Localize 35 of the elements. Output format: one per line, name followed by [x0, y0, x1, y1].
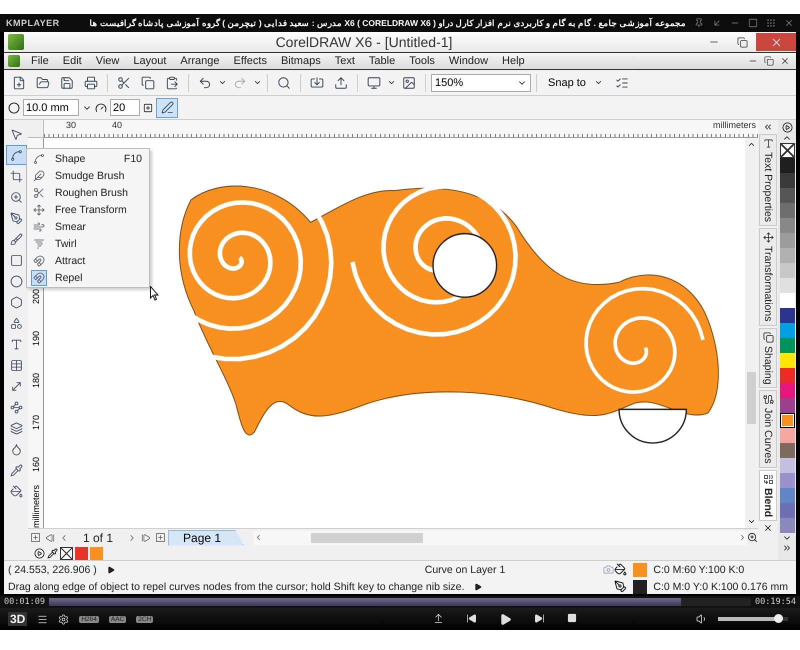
menu-item[interactable]: Window	[442, 53, 496, 69]
page-tab[interactable]: Page 1	[168, 530, 244, 546]
video-title: مجموعه آموزشی جامع . گام به گام و کاربردی نرم افزار کارل دراو X6 ( CORELDRAW X6 ) مدرس : سعید فدایی ( تیچرمن ) گروه آموزشی پادشاه گرافیست ها	[88, 18, 686, 28]
nib-size-field[interactable]: 10.0 mm	[23, 99, 79, 116]
menu-item[interactable]: Text	[328, 53, 362, 69]
menu-item[interactable]: Help	[495, 53, 532, 69]
menu-item[interactable]: View	[88, 53, 126, 69]
docker-tab[interactable]: Blend	[759, 470, 777, 521]
snap-dropdown[interactable]: Snap to	[542, 76, 609, 88]
cursor-coordinates: ( 24.553, 226.906 )	[8, 564, 97, 576]
3d-logo[interactable]: 3D	[8, 612, 28, 626]
hint-text: Drag along edge of object to repel curves nodes from the cursor; hold Shift key to change nib size.	[8, 580, 464, 592]
outline-value: C:0 M:0 Y:0 K:100 0.176 mm	[653, 580, 788, 592]
menu-item[interactable]: Bitmaps	[274, 53, 328, 69]
docker-tab[interactable]: Shaping	[759, 328, 777, 388]
zoom-dropdown[interactable]: 150%	[431, 74, 531, 92]
menu-item[interactable]: Tools	[402, 53, 442, 69]
rate-field[interactable]: 20	[110, 99, 140, 116]
docker-tab[interactable]: Join Curves	[759, 390, 777, 468]
page-count: 1 of 1	[82, 530, 114, 544]
menu-item[interactable]: Layout	[126, 53, 174, 69]
elapsed-time: 00:01:09	[4, 597, 45, 607]
menu-item[interactable]: File	[24, 53, 56, 69]
menu-item[interactable]: Effects	[226, 53, 274, 69]
object-info: Curve on Layer 1	[424, 564, 506, 576]
menu-item[interactable]: Edit	[56, 53, 89, 69]
docker-tab[interactable]: Text Properties	[759, 134, 777, 226]
docker-tab[interactable]: Transformations	[759, 228, 777, 326]
window-title: CorelDRAW X6 - [Untitled-1]	[274, 34, 454, 50]
horizontal-ruler: 30 40 millimeters	[44, 120, 758, 138]
player-brand: KMPLAYER	[6, 18, 60, 28]
menu-item[interactable]: Table	[362, 53, 402, 69]
total-time: 00:19:54	[755, 597, 796, 607]
fill-color-value: C:0 M:60 Y:100 K:0	[653, 564, 744, 576]
menu-item[interactable]: Arrange	[173, 53, 227, 69]
